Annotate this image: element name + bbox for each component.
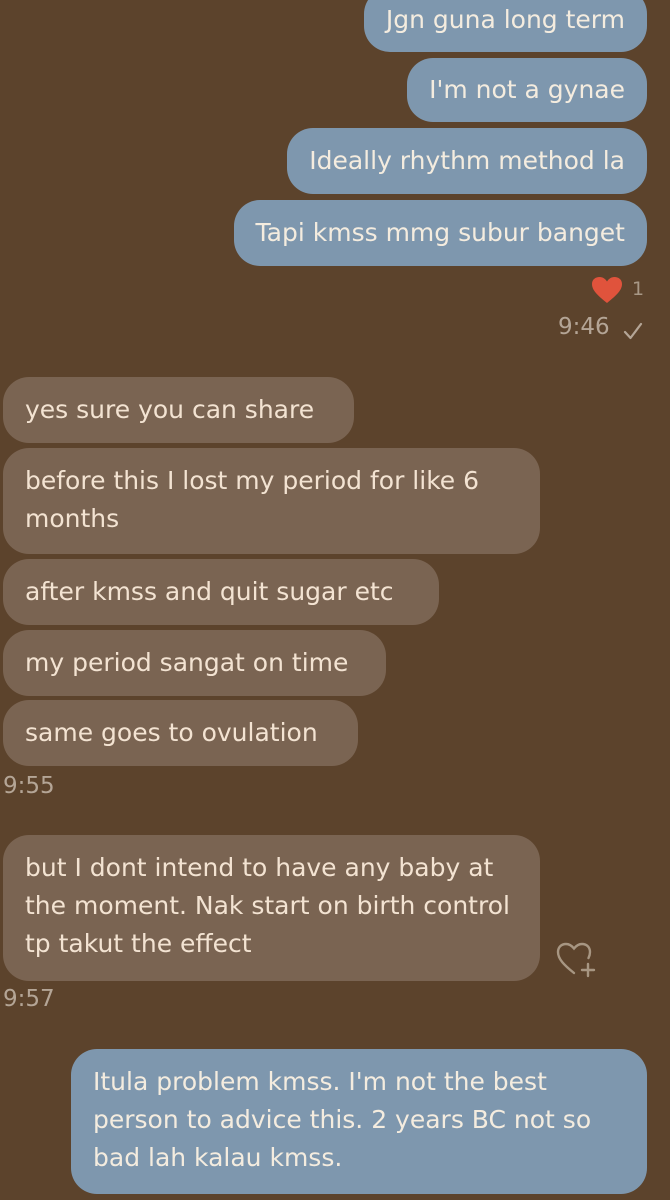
reaction-count: 1 [632,278,645,300]
incoming-message[interactable]: but I dont intend to have any baby at th… [3,835,540,981]
red-heart-icon[interactable] [591,276,623,304]
message-timestamp: 9:46 [558,314,610,340]
incoming-message[interactable]: yes sure you can share [3,377,354,443]
incoming-message[interactable]: my period sangat on time [3,630,386,696]
message-timestamp: 9:55 [3,773,55,799]
outgoing-message[interactable]: Ideally rhythm method la [287,128,647,194]
incoming-message[interactable]: after kmss and quit sugar etc [3,559,439,625]
heart-plus-icon[interactable] [555,940,599,978]
outgoing-message[interactable]: I'm not a gynae [407,58,647,122]
incoming-message[interactable]: before this I lost my period for like 6 … [3,448,540,554]
checkmark-icon [623,322,643,340]
outgoing-message[interactable]: Itula problem kmss. I'm not the best per… [71,1049,647,1194]
incoming-message[interactable]: same goes to ovulation [3,700,358,766]
message-timestamp: 9:57 [3,986,55,1012]
outgoing-message[interactable]: Jgn guna long term [363,0,647,52]
outgoing-message[interactable]: Tapi kmss mmg subur banget [233,200,647,266]
